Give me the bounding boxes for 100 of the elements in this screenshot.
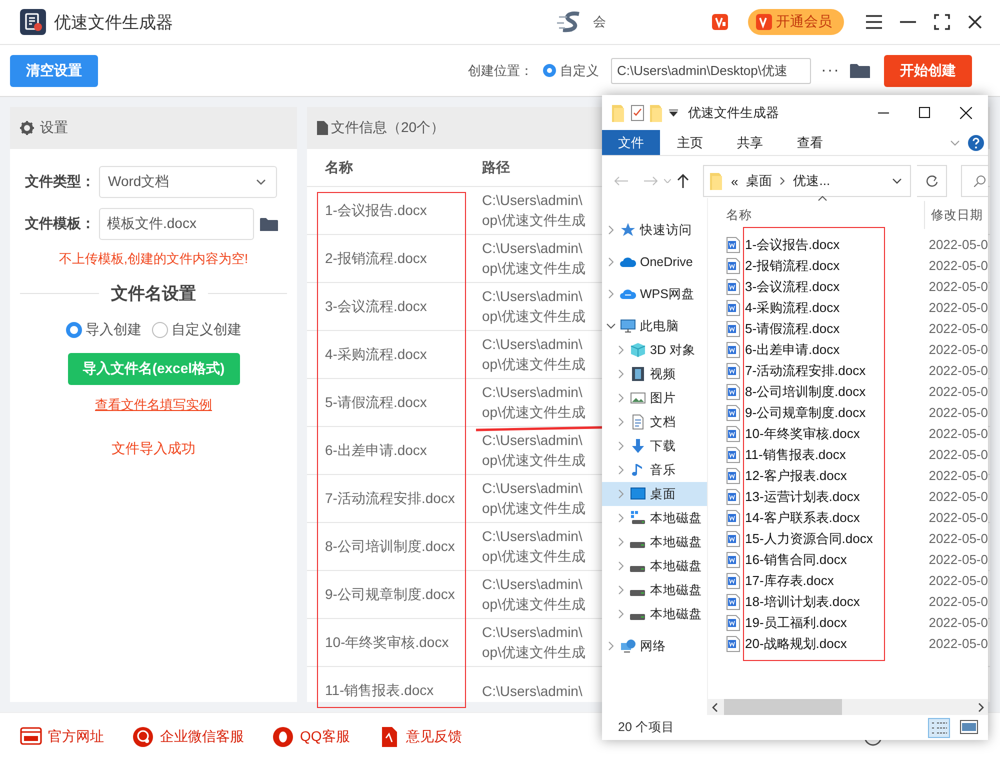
address-bar[interactable]: « 桌面 优速...	[703, 165, 911, 197]
table-cell: op\优速文件生成	[482, 356, 586, 374]
film-icon	[630, 366, 646, 382]
scrollbar-thumb[interactable]	[724, 699, 842, 715]
ribbon-tab[interactable]: 主页	[660, 130, 720, 155]
nav-item[interactable]: WPS网盘	[602, 278, 707, 310]
refresh-button[interactable]	[917, 165, 947, 197]
nav-item[interactable]: 桌面	[602, 482, 707, 506]
nav-item[interactable]: 下载	[602, 434, 707, 458]
location-label: 创建位置：	[468, 62, 534, 80]
nav-item[interactable]: OneDrive	[602, 246, 707, 278]
maximize-icon[interactable]	[919, 107, 930, 118]
file-name[interactable]: 4-采购流程.docx	[745, 298, 925, 316]
breadcrumb[interactable]: 桌面	[746, 172, 772, 190]
nav-item[interactable]: 本地磁盘	[602, 506, 707, 530]
table-cell: op\优速文件生成	[482, 644, 586, 662]
location-radio[interactable]: 自定义	[543, 62, 600, 80]
footer-link[interactable]: 意见反馈	[378, 726, 462, 748]
file-name[interactable]: 2-报销流程.docx	[745, 256, 925, 274]
column-header[interactable]: 修改日期	[924, 201, 983, 229]
file-type-select[interactable]: Word文档	[99, 166, 277, 198]
word-file-icon	[726, 342, 740, 358]
file-name[interactable]: 15-人力资源合同.docx	[745, 530, 925, 548]
column-header[interactable]: 名称	[726, 206, 924, 224]
help-icon[interactable]	[968, 134, 984, 150]
dropdown-icon[interactable]	[669, 108, 678, 116]
folder-icon[interactable]	[260, 216, 278, 232]
nav-item[interactable]: 本地磁盘	[602, 602, 707, 626]
close-icon[interactable]	[968, 15, 982, 29]
template-field[interactable]: 模板文件.docx	[99, 208, 254, 240]
nav-item[interactable]: 音乐	[602, 458, 707, 482]
nav-item[interactable]: 本地磁盘	[602, 578, 707, 602]
ribbon-tab[interactable]: 共享	[720, 130, 780, 155]
table-cell: C:\Users\admin\	[482, 192, 582, 208]
file-name[interactable]: 13-运营计划表.docx	[745, 488, 925, 506]
details-view-button[interactable]	[928, 718, 950, 738]
file-name[interactable]: 5-请假流程.docx	[745, 320, 925, 338]
ribbon-tab[interactable]: 查看	[780, 130, 840, 155]
back-icon[interactable]	[614, 176, 628, 186]
file-date: 2022-05-0	[928, 552, 988, 567]
chevron-left-icon[interactable]	[712, 702, 718, 712]
file-name[interactable]: 17-库存表.docx	[745, 572, 925, 590]
file-name[interactable]: 1-会议报告.docx	[745, 236, 925, 254]
nav-item[interactable]: 本地磁盘	[602, 554, 707, 578]
file-name[interactable]: 8-公司培训制度.docx	[745, 382, 925, 400]
ribbon-tab[interactable]: 文件	[602, 130, 660, 155]
breadcrumb[interactable]: 优速...	[793, 172, 830, 190]
file-name[interactable]: 9-公司规章制度.docx	[745, 404, 925, 422]
example-link[interactable]: 查看文件名填写实例	[95, 396, 212, 414]
footer-link[interactable]: 官方网址	[20, 726, 104, 748]
footer-link[interactable]: 企业微信客服	[132, 726, 244, 748]
file-name[interactable]: 6-出差申请.docx	[745, 340, 925, 358]
table-cell: C:\Users\admin\	[482, 432, 582, 448]
nav-item[interactable]: 本地磁盘	[602, 530, 707, 554]
file-date: 2022-05-0	[928, 237, 988, 252]
start-create-button[interactable]: 开始创建	[884, 54, 972, 86]
mode-radio[interactable]: 导入创建	[66, 321, 142, 339]
search-field[interactable]	[961, 165, 988, 197]
field-label: 文件模板：	[25, 215, 96, 233]
menu-icon[interactable]	[866, 15, 882, 29]
table-cell: C:\Users\admin\	[482, 336, 582, 352]
fullscreen-icon[interactable]	[934, 14, 950, 30]
file-name[interactable]: 3-会议流程.docx	[745, 278, 925, 296]
chat-icon	[132, 726, 154, 748]
file-name[interactable]: 16-销售合同.docx	[745, 550, 925, 568]
chevron-down-icon[interactable]	[606, 321, 616, 331]
sort-up-icon[interactable]	[818, 196, 827, 201]
file-name[interactable]: 20-战略规划.docx	[745, 634, 925, 652]
nav-item[interactable]: 文档	[602, 410, 707, 434]
file-name[interactable]: 12-客户报表.docx	[745, 466, 925, 484]
file-name[interactable]: 18-培训计划表.docx	[745, 592, 925, 610]
file-name[interactable]: 14-客户联系表.docx	[745, 508, 925, 526]
nav-item[interactable]: 图片	[602, 386, 707, 410]
footer-link[interactable]: QQ客服	[272, 726, 350, 748]
nav-item[interactable]: 网络	[602, 630, 707, 662]
file-name[interactable]: 11-销售报表.docx	[745, 446, 925, 464]
checklist-icon[interactable]	[631, 104, 644, 120]
chevron-down-icon[interactable]	[892, 178, 902, 184]
image-icon	[630, 390, 646, 406]
file-name[interactable]: 7-活动流程安排.docx	[745, 362, 925, 380]
drive-icon	[630, 590, 645, 596]
nav-item[interactable]: 快速访问	[602, 214, 707, 246]
mode-radio[interactable]: 自定义创建	[152, 321, 242, 339]
up-arrow-icon[interactable]	[677, 174, 689, 188]
nav-item[interactable]: 3D 对象	[602, 338, 707, 362]
folder-icon	[612, 104, 625, 122]
file-date: 2022-05-0	[928, 510, 988, 525]
table-cell: op\优速文件生成	[482, 452, 586, 470]
more-button[interactable]: ···	[821, 62, 840, 80]
file-name[interactable]: 10-年终奖审核.docx	[745, 424, 925, 442]
nav-item[interactable]: 此电脑	[602, 314, 707, 338]
folder-icon[interactable]	[850, 62, 870, 78]
nav-item[interactable]: 视频	[602, 362, 707, 386]
forward-icon[interactable]	[644, 176, 658, 186]
path-field[interactable]: C:\Users\admin\Desktop\优速	[611, 58, 812, 84]
close-icon[interactable]	[960, 106, 972, 118]
horizontal-scrollbar[interactable]	[708, 699, 988, 715]
drive-icon	[630, 566, 645, 572]
chevron-right-icon[interactable]	[978, 702, 984, 712]
file-name[interactable]: 19-员工福利.docx	[745, 614, 925, 632]
